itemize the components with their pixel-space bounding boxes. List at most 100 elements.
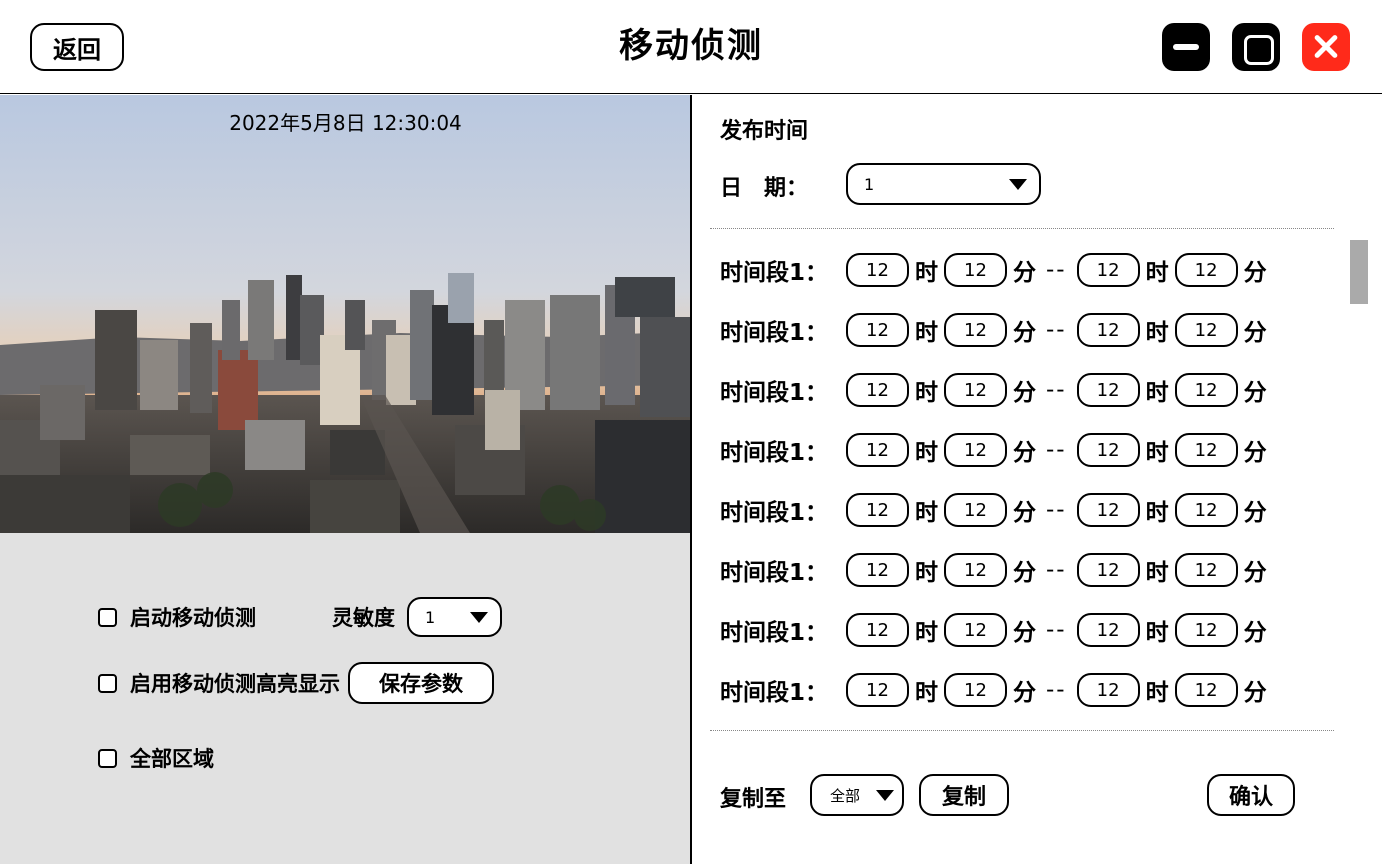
highlight-option: 启用移动侦测高亮显示 保存参数 [98, 662, 494, 704]
all-areas-label: 全部区域 [130, 747, 214, 771]
period-label: 时间段1： [720, 440, 829, 466]
end-minute-input[interactable]: 12 [1174, 373, 1238, 407]
end-hour-input[interactable]: 12 [1076, 553, 1140, 587]
time-period-row: 时间段1： 12 时 12 分 -- 12 时 12 分 [720, 430, 1273, 470]
hour-unit: 时 [1145, 320, 1169, 346]
copy-button[interactable]: 复制 [919, 774, 1009, 816]
hour-unit: 时 [915, 260, 938, 286]
period-label: 时间段1： [720, 620, 829, 646]
start-hour-input[interactable]: 12 [846, 613, 909, 647]
minimize-icon[interactable] [1162, 23, 1210, 71]
minute-unit: 分 [1243, 680, 1267, 706]
end-hour-input[interactable]: 12 [1076, 253, 1140, 287]
time-period-row: 时间段1： 12 时 12 分 -- 12 时 12 分 [720, 370, 1273, 410]
copy-target-value: 全部 [830, 786, 861, 805]
minute-unit: 分 [1013, 680, 1036, 706]
start-hour-input[interactable]: 12 [846, 373, 909, 407]
hour-unit: 时 [1145, 620, 1169, 646]
hour-unit: 时 [915, 440, 938, 466]
camera-preview: 2022年5月8日 12:30:04 [0, 95, 691, 533]
camera-timestamp: 2022年5月8日 12:30:04 [229, 111, 462, 135]
divider-top [710, 228, 1334, 229]
end-hour-input[interactable]: 12 [1076, 613, 1140, 647]
hour-unit: 时 [915, 560, 938, 586]
dropdown-arrow-icon [876, 789, 894, 801]
minute-unit: 分 [1013, 440, 1036, 466]
sensitivity-label: 灵敏度 [332, 606, 395, 630]
time-period-row: 时间段1： 12 时 12 分 -- 12 时 12 分 [720, 670, 1273, 710]
hour-unit: 时 [915, 680, 938, 706]
minute-unit: 分 [1243, 440, 1267, 466]
start-hour-input[interactable]: 12 [846, 493, 909, 527]
end-minute-input[interactable]: 12 [1174, 493, 1238, 527]
minute-unit: 分 [1243, 380, 1267, 406]
start-minute-input[interactable]: 12 [944, 673, 1007, 707]
hour-unit: 时 [1145, 680, 1169, 706]
copy-target-select[interactable]: 全部 [810, 774, 904, 816]
minute-unit: 分 [1243, 320, 1267, 346]
hour-unit: 时 [915, 620, 938, 646]
end-hour-input[interactable]: 12 [1076, 373, 1140, 407]
end-minute-input[interactable]: 12 [1174, 553, 1238, 587]
range-separator: -- [1046, 377, 1067, 403]
range-separator: -- [1046, 497, 1067, 523]
start-hour-input[interactable]: 12 [846, 553, 909, 587]
maximize-icon[interactable] [1232, 23, 1280, 71]
end-minute-input[interactable]: 12 [1174, 613, 1238, 647]
sensitivity-select[interactable]: 1 [407, 597, 502, 637]
hour-unit: 时 [1145, 500, 1169, 526]
end-minute-input[interactable]: 12 [1174, 313, 1238, 347]
date-label: 日 期： [720, 176, 809, 201]
sensitivity-value: 1 [425, 607, 436, 627]
minute-unit: 分 [1243, 500, 1267, 526]
time-period-row: 时间段1： 12 时 12 分 -- 12 时 12 分 [720, 490, 1273, 530]
end-minute-input[interactable]: 12 [1174, 433, 1238, 467]
close-icon[interactable] [1302, 23, 1350, 71]
period-label: 时间段1： [720, 560, 829, 586]
hour-unit: 时 [915, 500, 938, 526]
date-select[interactable]: 1 [846, 163, 1041, 205]
hour-unit: 时 [1145, 440, 1169, 466]
start-minute-input[interactable]: 12 [944, 253, 1007, 287]
hour-unit: 时 [915, 380, 938, 406]
minute-unit: 分 [1013, 560, 1036, 586]
title-bar: 返回 移动侦测 [0, 0, 1382, 94]
start-minute-input[interactable]: 12 [944, 313, 1007, 347]
all-areas-checkbox[interactable] [98, 748, 117, 768]
time-period-row: 时间段1： 12 时 12 分 -- 12 时 12 分 [720, 610, 1273, 650]
scrollbar-thumb[interactable] [1350, 240, 1368, 304]
start-hour-input[interactable]: 12 [846, 313, 909, 347]
section-title: 发布时间 [720, 119, 809, 144]
end-hour-input[interactable]: 12 [1076, 313, 1140, 347]
divider-bottom [710, 730, 1334, 731]
start-hour-input[interactable]: 12 [846, 433, 909, 467]
end-hour-input[interactable]: 12 [1076, 673, 1140, 707]
copy-to-label: 复制至 [720, 787, 787, 812]
enable-motion-checkbox[interactable] [98, 607, 117, 627]
dropdown-arrow-icon [1009, 178, 1027, 190]
start-minute-input[interactable]: 12 [944, 613, 1007, 647]
end-hour-input[interactable]: 12 [1076, 433, 1140, 467]
period-label: 时间段1： [720, 380, 829, 406]
start-hour-input[interactable]: 12 [846, 673, 909, 707]
highlight-checkbox[interactable] [98, 673, 117, 693]
start-minute-input[interactable]: 12 [944, 493, 1007, 527]
period-label: 时间段1： [720, 320, 829, 346]
start-minute-input[interactable]: 12 [944, 373, 1007, 407]
end-hour-input[interactable]: 12 [1076, 493, 1140, 527]
period-label: 时间段1： [720, 680, 829, 706]
start-minute-input[interactable]: 12 [944, 433, 1007, 467]
save-params-button[interactable]: 保存参数 [348, 662, 494, 704]
start-minute-input[interactable]: 12 [944, 553, 1007, 587]
confirm-button[interactable]: 确认 [1207, 774, 1295, 816]
range-separator: -- [1046, 437, 1067, 463]
time-period-row: 时间段1： 12 时 12 分 -- 12 时 12 分 [720, 550, 1273, 590]
end-minute-input[interactable]: 12 [1174, 253, 1238, 287]
start-hour-input[interactable]: 12 [846, 253, 909, 287]
hour-unit: 时 [1145, 380, 1169, 406]
minute-unit: 分 [1013, 260, 1036, 286]
minute-unit: 分 [1243, 560, 1267, 586]
period-label: 时间段1： [720, 500, 829, 526]
end-minute-input[interactable]: 12 [1174, 673, 1238, 707]
minute-unit: 分 [1013, 380, 1036, 406]
